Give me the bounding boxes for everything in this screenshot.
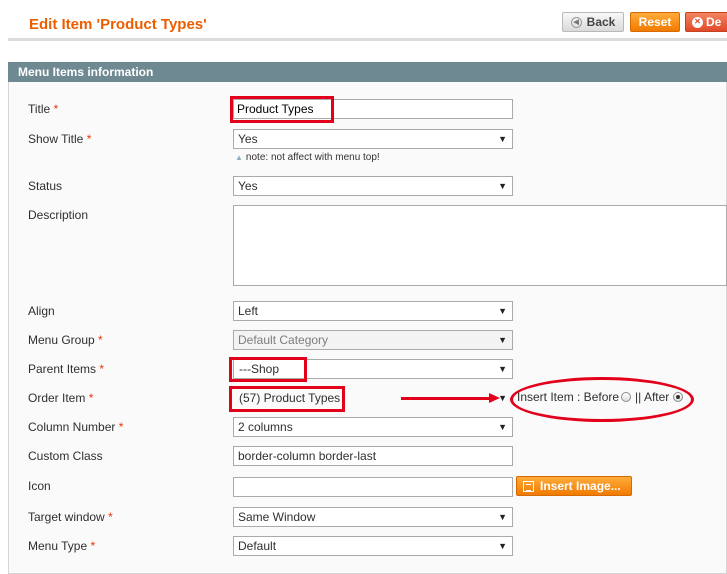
delete-icon: ✕ [692, 16, 703, 28]
dropdown-arrow-icon: ▼ [498, 181, 507, 191]
parent-items-label: Parent Items * [28, 362, 105, 376]
show-title-label: Show Title * [28, 132, 92, 146]
icon-input[interactable] [233, 477, 513, 497]
delete-button-label: De [706, 15, 722, 29]
back-button-label: Back [586, 15, 616, 29]
section-header: Menu Items information [8, 62, 727, 82]
status-label: Status [28, 179, 63, 193]
column-number-label: Column Number * [28, 420, 124, 434]
arrow-left-icon: ◀ [570, 16, 582, 28]
target-window-label: Target window * [28, 510, 113, 524]
order-item-label: Order Item * [28, 391, 94, 405]
show-title-select[interactable]: Yes ▼ [233, 129, 513, 149]
column-number-select[interactable]: 2 columns ▼ [233, 417, 513, 437]
insert-after-radio[interactable] [673, 392, 684, 402]
title-label: Title * [28, 102, 59, 116]
dropdown-arrow-icon: ▼ [498, 422, 507, 432]
align-select[interactable]: Left ▼ [233, 301, 513, 321]
header-divider [8, 38, 727, 41]
back-button[interactable]: ◀ Back [562, 12, 624, 32]
description-textarea[interactable] [233, 205, 727, 286]
insert-image-button[interactable]: Insert Image... [516, 476, 632, 496]
menu-group-select[interactable]: Default Category ▼ [233, 330, 513, 350]
up-arrow-icon: ▲ [235, 153, 243, 162]
status-select[interactable]: Yes ▼ [233, 176, 513, 196]
dropdown-arrow-icon: ▼ [498, 134, 507, 144]
dropdown-arrow-icon: ▼ [498, 335, 507, 345]
annotation-arrow-icon [489, 393, 500, 403]
insert-position-group: Insert Item : Before || After [517, 390, 685, 404]
icon-label: Icon [28, 479, 51, 493]
custom-class-input[interactable]: border-column border-last [233, 446, 513, 466]
parent-items-highlight-box [229, 357, 307, 382]
align-label: Align [28, 304, 55, 318]
dropdown-arrow-icon: ▼ [498, 306, 507, 316]
dropdown-arrow-icon: ▼ [498, 541, 507, 551]
menu-group-label: Menu Group * [28, 333, 103, 347]
menu-type-select[interactable]: Default ▼ [233, 536, 513, 556]
custom-class-label: Custom Class [28, 449, 103, 463]
order-item-highlight-box [229, 386, 345, 412]
page-title: Edit Item 'Product Types' [29, 16, 207, 33]
insert-before-radio[interactable] [621, 392, 632, 402]
image-icon [523, 480, 534, 492]
title-input-value: Product Types [237, 102, 314, 116]
dropdown-arrow-icon: ▼ [498, 364, 507, 374]
annotation-arrow-line [401, 397, 491, 400]
menu-type-label: Menu Type * [28, 539, 96, 553]
dropdown-arrow-icon: ▼ [498, 512, 507, 522]
delete-button[interactable]: ✕ De [685, 12, 727, 32]
show-title-note: ▲ note: not affect with menu top! [235, 152, 380, 163]
description-label: Description [28, 208, 89, 222]
target-window-select[interactable]: Same Window ▼ [233, 507, 513, 527]
reset-button[interactable]: Reset [630, 12, 680, 32]
